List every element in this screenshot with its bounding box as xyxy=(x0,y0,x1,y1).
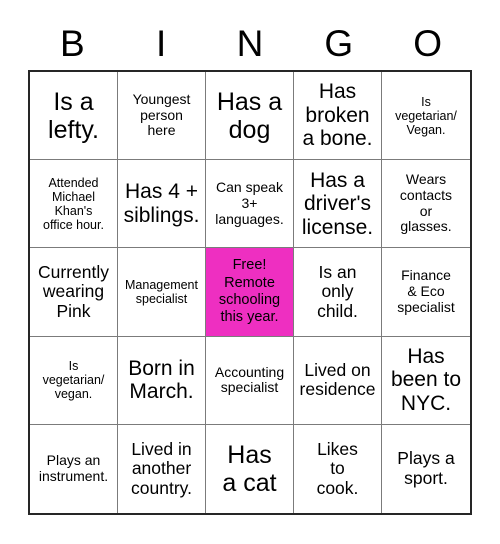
header-letter-b: B xyxy=(60,22,85,64)
bingo-square-label: Has a dog xyxy=(216,87,283,144)
bingo-square[interactable]: Has 4 + siblings. xyxy=(118,160,206,249)
bingo-square[interactable]: Is a lefty. xyxy=(30,72,118,161)
bingo-square-label: Currently wearing Pink xyxy=(38,261,109,321)
bingo-square[interactable]: Born in March. xyxy=(118,336,206,425)
bingo-square-label: Has a driver's license. xyxy=(301,168,374,239)
bingo-square-label: Lived in another country. xyxy=(131,438,192,498)
bingo-square[interactable]: Has a cat xyxy=(206,424,294,513)
bingo-square[interactable]: Is an only child. xyxy=(294,248,382,337)
bingo-square-label: Attended Michael Khan's office hour. xyxy=(43,175,104,232)
bingo-square-label: Has been to NYC. xyxy=(390,344,462,415)
bingo-free-space[interactable]: Free! Remote schooling this year. xyxy=(206,248,294,337)
bingo-header: B I N G O xyxy=(28,16,472,70)
bingo-square[interactable]: Youngest person here xyxy=(118,72,206,161)
bingo-square[interactable]: Wears contacts or glasses. xyxy=(382,160,470,249)
bingo-square[interactable]: Currently wearing Pink xyxy=(30,248,118,337)
bingo-grid: Is a lefty. Youngest person here Has a dog… xyxy=(28,70,472,515)
bingo-square-label: Born in March. xyxy=(128,356,195,404)
bingo-square-label: Likes to cook. xyxy=(316,438,359,498)
bingo-square[interactable]: Is vegetarian/ vegan. xyxy=(30,336,118,425)
bingo-square[interactable]: Accounting specialist xyxy=(206,336,294,425)
bingo-square-label: Is a lefty. xyxy=(48,87,99,144)
bingo-square[interactable]: Has broken a bone. xyxy=(294,72,382,161)
header-letter-g: G xyxy=(324,22,354,64)
bingo-square-label: Free! Remote schooling this year. xyxy=(218,257,281,326)
bingo-square[interactable]: Likes to cook. xyxy=(294,424,382,513)
bingo-square[interactable]: Plays a sport. xyxy=(382,424,470,513)
bingo-square-label: Plays a sport. xyxy=(397,448,455,488)
bingo-square[interactable]: Plays an instrument. xyxy=(30,424,118,513)
bingo-square-label: Wears contacts or glasses. xyxy=(399,171,453,235)
bingo-square-label: Is vegetarian/ Vegan. xyxy=(395,94,457,137)
bingo-square[interactable]: Attended Michael Khan's office hour. xyxy=(30,160,118,249)
header-letter-i: I xyxy=(156,22,167,64)
bingo-square[interactable]: Lived on residence xyxy=(294,336,382,425)
bingo-square-label: Is an only child. xyxy=(317,261,358,321)
bingo-square-label: Finance & Eco specialist xyxy=(397,267,455,315)
header-letter-n: N xyxy=(236,22,264,64)
bingo-card: B I N G O Is a lefty. Youngest person her… xyxy=(0,0,500,544)
bingo-square-label: Has 4 + siblings. xyxy=(123,180,200,227)
bingo-square[interactable]: Is vegetarian/ Vegan. xyxy=(382,72,470,161)
bingo-square[interactable]: Has a driver's license. xyxy=(294,160,382,249)
bingo-square-label: Can speak 3+ languages. xyxy=(215,179,284,227)
bingo-square[interactable]: Finance & Eco specialist xyxy=(382,248,470,337)
bingo-square-label: Accounting specialist xyxy=(214,363,285,396)
bingo-square-label: Youngest person here xyxy=(132,91,191,139)
header-letter-o: O xyxy=(413,22,442,64)
bingo-square[interactable]: Has been to NYC. xyxy=(382,336,470,425)
bingo-square[interactable]: Has a dog xyxy=(206,72,294,161)
bingo-square-label: Plays an instrument. xyxy=(38,452,109,484)
bingo-square-label: Is vegetarian/ vegan. xyxy=(42,359,105,402)
bingo-square-label: Lived on residence xyxy=(299,359,376,400)
bingo-square[interactable]: Lived in another country. xyxy=(118,424,206,513)
bingo-square[interactable]: Management specialist xyxy=(118,248,206,337)
bingo-square-label: Has broken a bone. xyxy=(302,80,373,151)
bingo-square-label: Management specialist xyxy=(125,277,198,306)
bingo-square-label: Has a cat xyxy=(222,440,277,497)
bingo-square[interactable]: Can speak 3+ languages. xyxy=(206,160,294,249)
